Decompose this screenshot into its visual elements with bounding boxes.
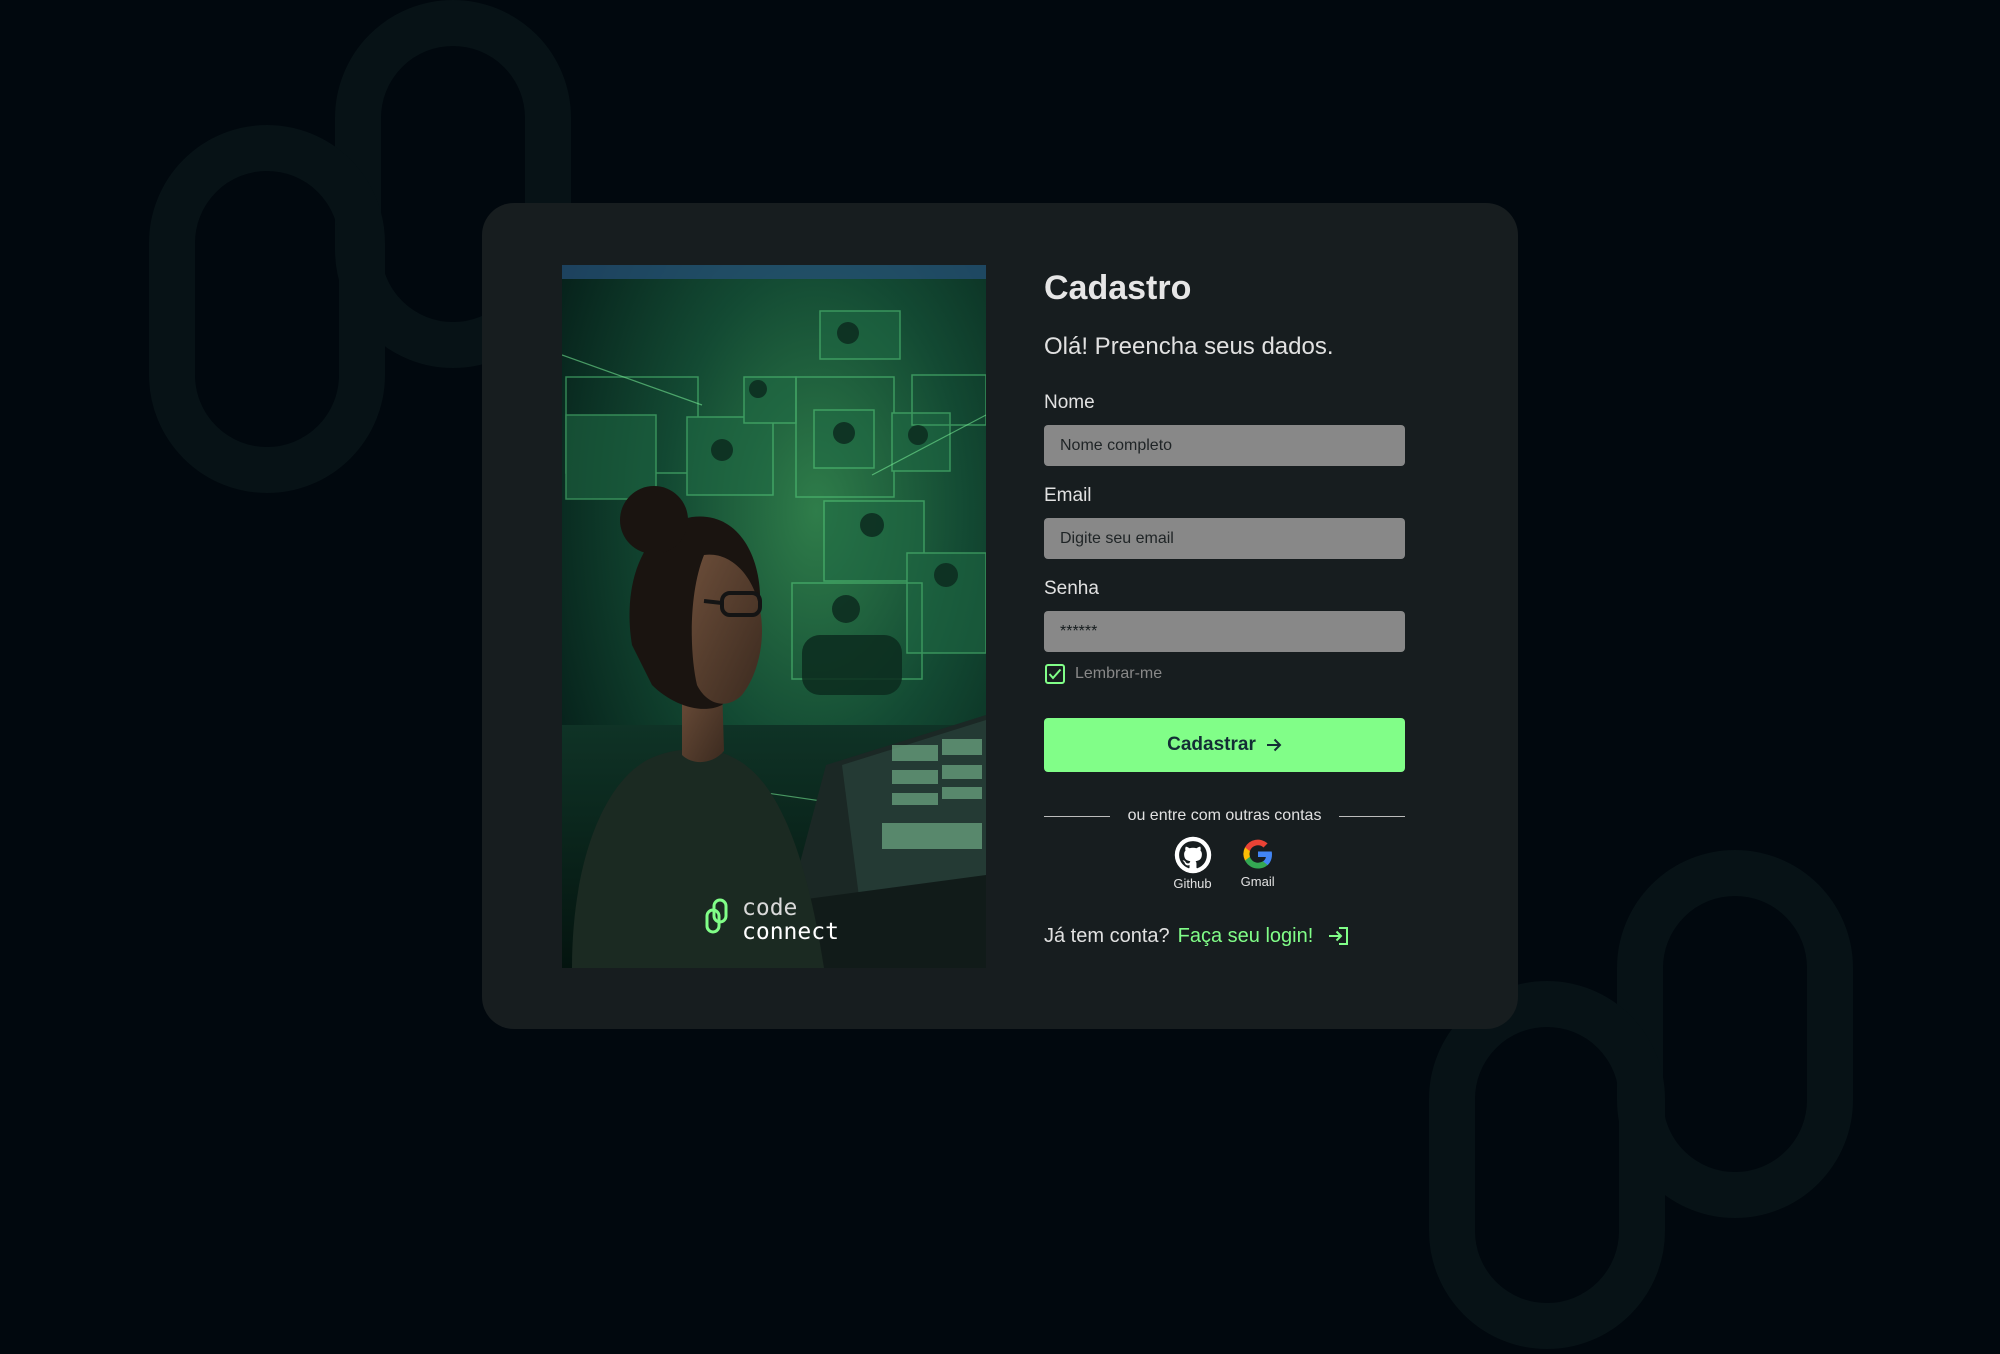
login-prompt: Já tem conta? Faça seu login! <box>1044 921 1405 951</box>
password-label: Senha <box>1044 578 1099 599</box>
submit-label: Cadastrar <box>1167 734 1256 755</box>
login-question: Já tem conta? <box>1044 924 1170 947</box>
remember-me-checkbox[interactable] <box>1045 664 1065 684</box>
name-input[interactable] <box>1044 425 1405 466</box>
login-icon[interactable] <box>1327 926 1349 946</box>
arrow-right-icon <box>1266 738 1282 752</box>
signup-form: Cadastro Olá! Preencha seus dados. Nome … <box>1044 265 1406 951</box>
divider-line-left <box>1044 815 1110 817</box>
github-label: Github <box>1173 876 1212 891</box>
name-label: Nome <box>1044 392 1095 413</box>
page: code connect Cadastro Olá! Preencha seus… <box>0 0 2000 1354</box>
divider-text: ou entre com outras contas <box>1127 807 1322 824</box>
gmail-login-button[interactable]: Gmail <box>1240 836 1276 891</box>
check-icon <box>1048 668 1062 680</box>
submit-button[interactable]: Cadastrar <box>1044 718 1405 772</box>
password-input[interactable] <box>1044 611 1405 652</box>
signup-card: code connect Cadastro Olá! Preencha seus… <box>482 203 1518 1029</box>
svg-text:connect: connect <box>742 919 839 945</box>
email-label: Email <box>1044 485 1092 506</box>
social-divider: ou entre com outras contas <box>1044 806 1406 826</box>
login-link[interactable]: Faça seu login! <box>1178 925 1314 948</box>
page-title: Cadastro <box>1044 269 1192 307</box>
gmail-label: Gmail <box>1240 874 1275 889</box>
google-icon <box>1243 839 1272 869</box>
svg-text:code: code <box>742 895 797 921</box>
email-input[interactable] <box>1044 518 1405 559</box>
divider-line-right <box>1339 815 1406 817</box>
github-login-button[interactable]: Github <box>1173 836 1212 891</box>
form-subtitle: Olá! Preencha seus dados. <box>1044 333 1334 360</box>
github-icon <box>1174 836 1211 874</box>
remember-me-row[interactable]: Lembrar-me <box>1044 662 1405 686</box>
social-login-buttons: Github Gmail <box>1044 836 1405 891</box>
hero-image: code connect <box>562 265 986 968</box>
remember-me-label: Lembrar-me <box>1075 665 1163 682</box>
